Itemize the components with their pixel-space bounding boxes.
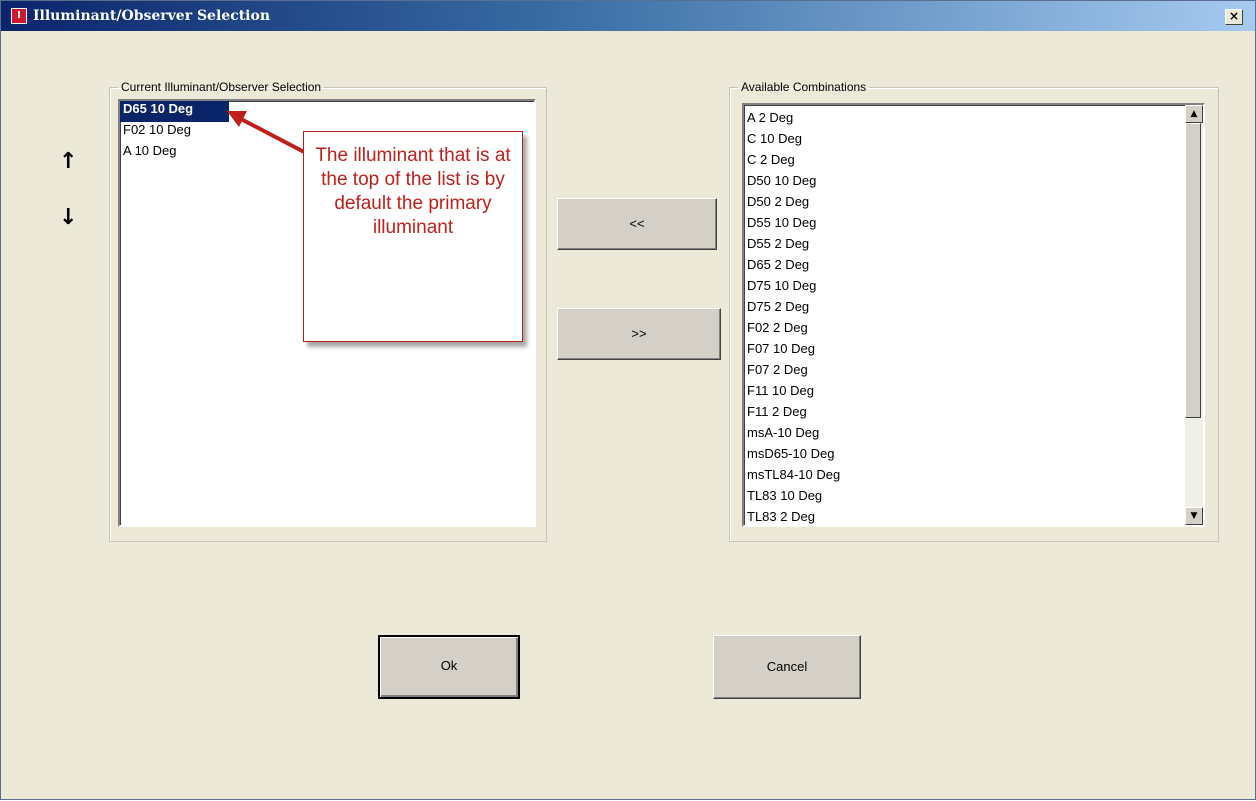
dialog-window: I Illuminant/Observer Selection × ↑ ↓ Cu… <box>0 0 1256 800</box>
annotation-callout: The illuminant that is at the top of the… <box>303 131 523 342</box>
callout-arrow-icon <box>227 111 307 155</box>
annotation-text: The illuminant that is at the top of the… <box>315 145 511 238</box>
